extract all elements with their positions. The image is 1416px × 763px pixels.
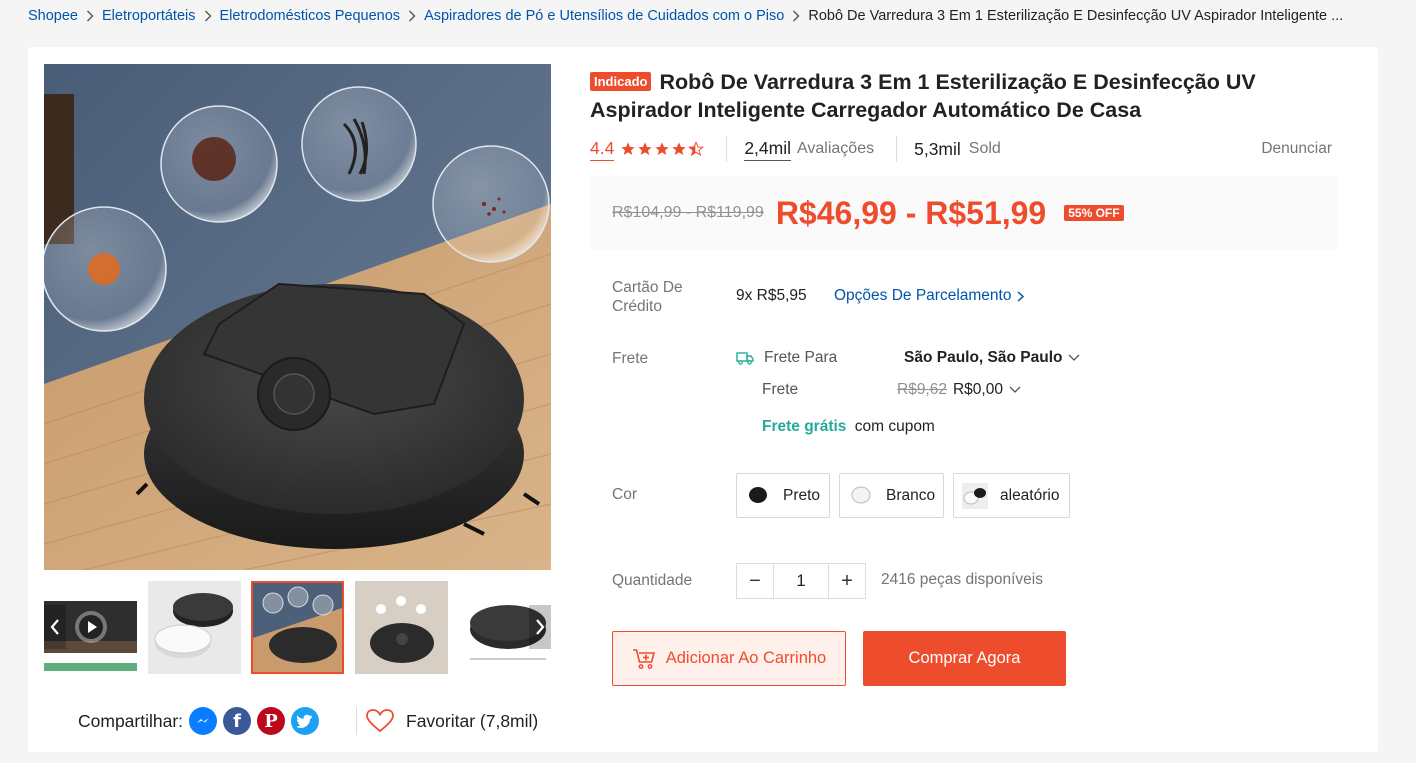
product-title-block: Indicado Robô De Varredura 3 Em 1 Esteril… [590, 68, 1290, 124]
chevron-right-icon [204, 10, 212, 22]
shipping-cost-original: R$9,62 [897, 381, 947, 398]
color-option-branco[interactable]: Branco [839, 473, 944, 518]
quantity-decrease-button[interactable]: − [737, 564, 773, 598]
shipping-to-row: Frete Para [736, 349, 837, 367]
shipping-destination: São Paulo, São Paulo [904, 349, 1063, 366]
sold-count: 5,3mil [914, 138, 961, 159]
chevron-right-icon [792, 10, 800, 22]
cart-plus-icon [632, 648, 656, 670]
installment-options-label: Opções De Parcelamento [834, 287, 1012, 304]
chevron-right-icon [86, 10, 94, 22]
quantity-input[interactable]: 1 [773, 564, 829, 598]
original-price: R$104,99 - R$119,99 [612, 204, 764, 221]
rating-divider [896, 136, 898, 162]
rating-divider [726, 136, 728, 162]
twitter-icon[interactable] [291, 707, 320, 735]
color-option-label: Branco [886, 486, 936, 504]
installment-options-link[interactable]: Opções De Parcelamento [834, 287, 1025, 305]
thumbnail-icons[interactable] [355, 581, 448, 674]
shipping-cost-select[interactable]: R$9,62 R$0,00 [897, 381, 1021, 399]
breadcrumb-current: Robô De Varredura 3 Em 1 Esterilização E… [808, 8, 1344, 24]
breadcrumb-shopee[interactable]: Shopee [28, 8, 78, 24]
current-price: R$46,99 - R$51,99 [775, 194, 1047, 231]
shipping-cost-label: Frete [762, 381, 799, 398]
breadcrumb-eletrodomesticos[interactable]: Eletrodomésticos Pequenos [220, 8, 401, 24]
rating-row: 4.4 2,4mil Avaliações 5,3mil Sold Denunc… [590, 134, 1332, 164]
color-option-aleatorio[interactable]: aleatório [953, 473, 1070, 518]
installment-label: Cartão De Crédito [612, 279, 683, 315]
price-box: R$104,99 - R$119,99 R$46,99 - R$51,99 55… [590, 176, 1338, 250]
thumbnail-next-button[interactable] [529, 605, 551, 649]
add-to-cart-label: Adicionar Ao Carrinho [665, 649, 827, 667]
report-link[interactable]: Denunciar [1261, 140, 1332, 158]
chevron-down-icon [1009, 386, 1021, 394]
reviews-count[interactable]: 2,4mil [744, 138, 792, 161]
rating-stars [620, 141, 705, 157]
favorite-label: Favoritar (7,8mil) [406, 710, 539, 731]
truck-icon [736, 351, 754, 365]
breadcrumb-aspiradores[interactable]: Aspiradores de Pó e Utensílios de Cuidad… [424, 8, 784, 24]
thumbnail-bubbles[interactable] [251, 581, 344, 674]
thumbnail-prev-button[interactable] [44, 605, 66, 649]
buy-now-button[interactable]: Comprar Agora [863, 631, 1066, 686]
color-option-label: Preto [783, 486, 821, 504]
reviews-label: Avaliações [797, 140, 875, 157]
shipping-cost-current: R$0,00 [952, 381, 1003, 398]
discount-badge: 55% OFF [1064, 205, 1124, 221]
share-divider [356, 707, 357, 735]
stock-available: 2416 peças disponíveis [881, 571, 1044, 588]
rating-value[interactable]: 4.4 [590, 138, 615, 161]
recommended-badge: Indicado [590, 72, 652, 91]
color-swatch-black [745, 481, 771, 511]
color-label: Cor [612, 486, 637, 503]
sold-label: Sold [968, 140, 1001, 157]
add-to-cart-button[interactable]: Adicionar Ao Carrinho [612, 631, 846, 686]
chevron-right-icon [1017, 290, 1025, 302]
shipping-to-label: Frete Para [764, 349, 838, 366]
free-shipping-row: Frete grátis com cupom [762, 418, 935, 436]
breadcrumb-eletroportateis[interactable]: Eletroportáteis [102, 8, 196, 24]
facebook-icon[interactable]: f [223, 707, 252, 735]
thumbnail-strip [44, 581, 551, 675]
messenger-icon[interactable] [189, 707, 218, 735]
star-icon [672, 142, 686, 155]
quantity-label: Quantidade [612, 572, 693, 589]
page-title: Robô De Varredura 3 Em 1 Esterilização E… [590, 70, 1256, 122]
breadcrumb: Shopee Eletroportáteis Eletrodomésticos … [28, 6, 1388, 26]
quantity-increase-button[interactable]: + [829, 564, 865, 598]
star-icon [621, 142, 635, 155]
thumbnail-white-robot[interactable] [148, 581, 241, 674]
free-shipping-suffix: com cupom [854, 418, 935, 435]
chevron-down-icon [1068, 354, 1080, 362]
star-icon [638, 142, 652, 155]
heart-icon [366, 709, 394, 733]
product-card: Compartilhar: f P Favoritar (7,8mil) Ind… [28, 47, 1378, 752]
quantity-stepper: − 1 + [736, 563, 866, 599]
share-row: Compartilhar: f P [78, 702, 320, 740]
shipping-destination-select[interactable]: São Paulo, São Paulo [904, 349, 1080, 367]
star-half-icon [688, 141, 705, 157]
shipping-label: Frete [612, 350, 649, 367]
pinterest-icon[interactable]: P [257, 707, 286, 735]
color-option-preto[interactable]: Preto [736, 473, 830, 518]
color-option-label: aleatório [1000, 486, 1060, 504]
share-label: Compartilhar: [78, 710, 184, 731]
installment-value: 9x R$5,95 [736, 287, 807, 304]
chevron-right-icon [408, 10, 416, 22]
free-shipping-label: Frete grátis [762, 418, 847, 435]
color-swatch-white [848, 481, 874, 511]
product-main-image[interactable] [44, 64, 551, 570]
favorite-button[interactable]: Favoritar (7,8mil) [366, 702, 538, 740]
star-icon [655, 142, 669, 155]
color-swatch-random [962, 481, 988, 511]
